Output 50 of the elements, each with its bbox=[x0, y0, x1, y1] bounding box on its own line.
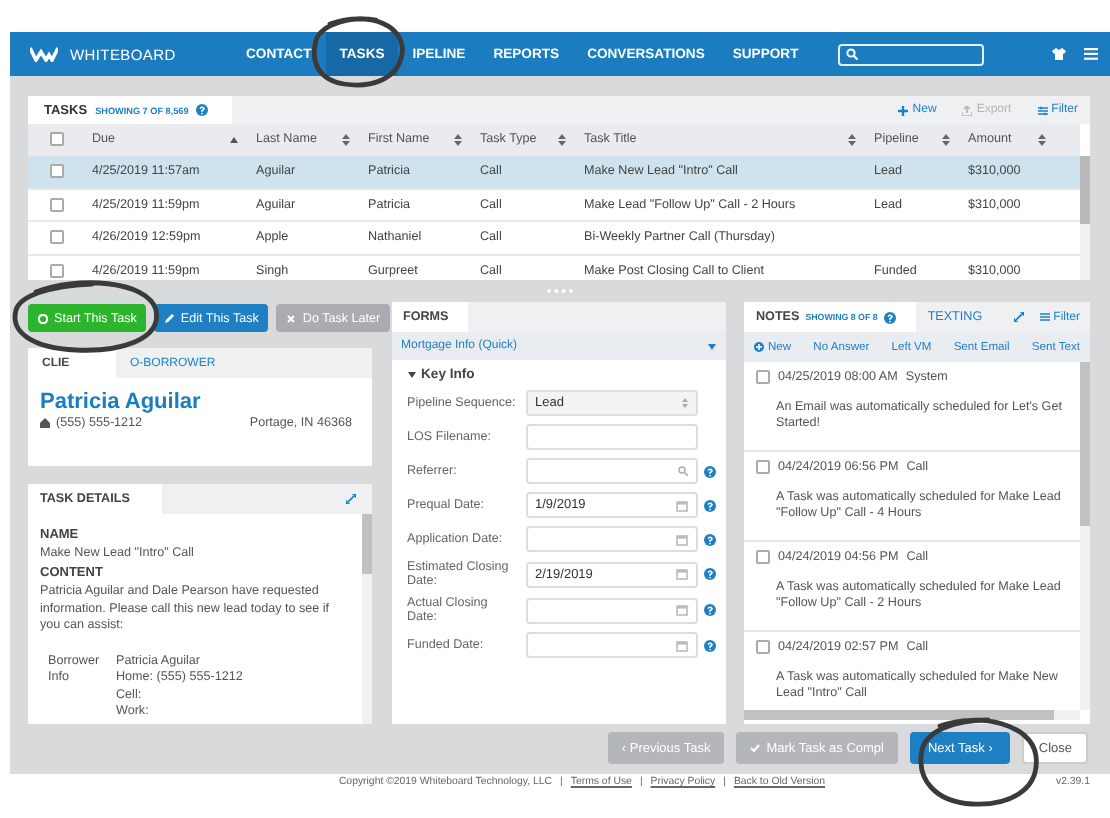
input-field[interactable] bbox=[525, 632, 697, 658]
spinner-icon bbox=[681, 398, 687, 408]
checkbox[interactable] bbox=[49, 164, 63, 179]
filter-icon[interactable] bbox=[1037, 105, 1048, 115]
input-field[interactable] bbox=[525, 458, 697, 484]
help-icon[interactable] bbox=[883, 311, 896, 323]
checkbox[interactable] bbox=[49, 230, 63, 245]
home-icon bbox=[40, 418, 50, 428]
input-field[interactable] bbox=[525, 597, 697, 623]
calendar-icon bbox=[675, 604, 687, 616]
help-icon[interactable] bbox=[703, 568, 715, 580]
pencil-icon bbox=[164, 313, 175, 323]
client-name: Patricia Aguilar bbox=[40, 390, 203, 414]
checkbox[interactable] bbox=[756, 460, 770, 474]
help-icon[interactable] bbox=[196, 104, 209, 116]
drag-handle-icon[interactable] bbox=[545, 288, 573, 294]
help-icon[interactable] bbox=[703, 465, 715, 477]
checkbox[interactable] bbox=[756, 550, 770, 564]
caret-icon bbox=[407, 372, 415, 378]
checkbox[interactable] bbox=[49, 263, 63, 278]
search-icon bbox=[846, 48, 859, 60]
user-icon[interactable] bbox=[1052, 48, 1066, 60]
menu-icon[interactable] bbox=[1084, 48, 1098, 60]
input-field[interactable] bbox=[525, 424, 697, 450]
checkbox[interactable] bbox=[49, 132, 63, 146]
input-field[interactable] bbox=[525, 526, 697, 552]
check-icon bbox=[750, 744, 761, 752]
plus-icon[interactable] bbox=[898, 105, 909, 115]
filter-icon bbox=[1039, 312, 1050, 322]
logo-icon bbox=[30, 46, 58, 62]
checkbox[interactable] bbox=[756, 640, 770, 654]
help-icon[interactable] bbox=[703, 604, 715, 616]
search-field[interactable] bbox=[838, 43, 985, 65]
search-icon bbox=[677, 466, 687, 476]
calendar-icon bbox=[675, 568, 687, 580]
checkbox[interactable] bbox=[756, 370, 770, 384]
gear-icon bbox=[38, 313, 48, 323]
calendar-icon bbox=[675, 533, 687, 545]
close-icon bbox=[286, 313, 297, 323]
expand-icon[interactable] bbox=[346, 494, 356, 504]
expand-icon[interactable] bbox=[1013, 312, 1024, 322]
help-icon[interactable] bbox=[703, 639, 715, 651]
checkbox[interactable] bbox=[49, 197, 63, 212]
plus-circle-icon bbox=[754, 342, 764, 352]
scrollbar bbox=[1080, 156, 1090, 280]
calendar-icon bbox=[675, 639, 687, 651]
help-icon[interactable] bbox=[703, 499, 715, 511]
caret-icon bbox=[707, 343, 715, 349]
calendar-icon bbox=[675, 499, 687, 511]
help-icon[interactable] bbox=[703, 533, 715, 545]
